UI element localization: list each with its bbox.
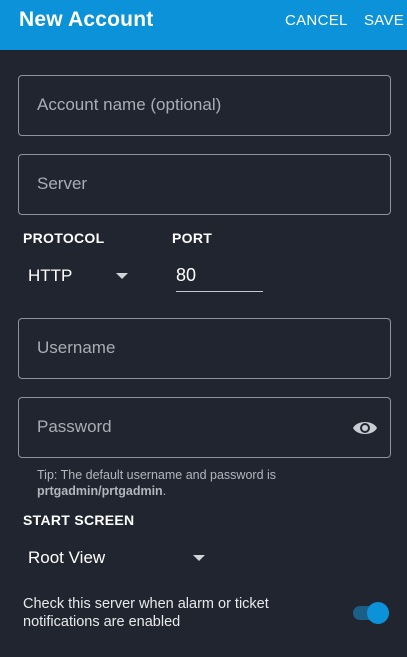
protocol-label: PROTOCOL — [23, 230, 105, 246]
password-field[interactable]: Password — [18, 397, 391, 458]
credentials-tip: Tip: The default username and password i… — [37, 467, 276, 499]
account-name-field[interactable]: Account name (optional) — [18, 75, 391, 136]
toggle-knob — [367, 602, 389, 624]
page-title: New Account — [19, 8, 154, 31]
server-placeholder: Server — [37, 174, 88, 193]
port-label: PORT — [172, 230, 213, 246]
tip-text: Tip: The default username and password i… — [37, 468, 277, 482]
port-input[interactable]: 80 — [176, 264, 263, 292]
port-value: 80 — [176, 265, 197, 285]
cancel-button[interactable]: CANCEL — [285, 12, 348, 29]
start-screen-label: START SCREEN — [23, 512, 135, 528]
protocol-value: HTTP — [28, 266, 73, 285]
eye-icon[interactable] — [352, 416, 378, 440]
save-button[interactable]: SAVE — [364, 12, 404, 29]
start-screen-value: Root View — [28, 548, 106, 567]
account-name-placeholder: Account name (optional) — [37, 95, 222, 114]
app-bar: New Account CANCEL SAVE — [0, 0, 407, 50]
protocol-select[interactable]: HTTP — [28, 266, 133, 288]
notifications-text: Check this server when alarm or ticket n… — [23, 596, 269, 630]
caret-down-icon — [116, 273, 128, 279]
server-field[interactable]: Server — [18, 154, 391, 215]
tip-credentials: prtgadmin/prtgadmin — [37, 484, 163, 498]
start-screen-select[interactable]: Root View — [28, 548, 208, 570]
username-placeholder: Username — [37, 338, 116, 357]
notifications-toggle[interactable] — [353, 600, 389, 626]
username-field[interactable]: Username — [18, 318, 391, 379]
caret-down-icon — [193, 555, 205, 561]
password-placeholder: Password — [37, 417, 112, 436]
tip-suffix: . — [162, 484, 167, 498]
